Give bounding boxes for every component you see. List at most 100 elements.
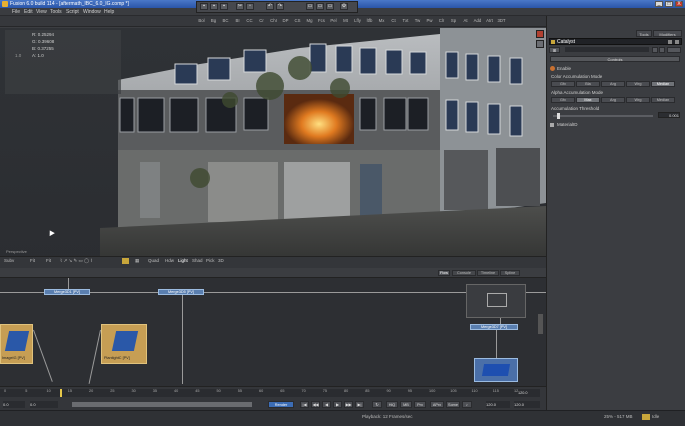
tool-button-bol[interactable]: Bol: [196, 18, 207, 24]
global-start-field[interactable]: 0.0: [3, 401, 25, 408]
alpha-mode-max[interactable]: Max: [576, 97, 600, 103]
collapse-icon[interactable]: [675, 40, 679, 44]
tab-controls[interactable]: Controls: [550, 56, 680, 62]
viewer-hdw-button[interactable]: Hdw: [165, 258, 174, 263]
tool-button-txt[interactable]: Txt: [400, 18, 411, 24]
menu-view[interactable]: View: [36, 9, 47, 15]
menu-window[interactable]: Window: [83, 9, 101, 15]
material-expand-icon[interactable]: [550, 123, 554, 127]
settings-icon[interactable]: ⚙: [340, 3, 348, 10]
navigator-viewport[interactable]: [487, 293, 507, 307]
tool-button-cr[interactable]: Cr: [256, 18, 267, 24]
tile-pic-button[interactable]: ⊞: [549, 47, 560, 53]
tool-button-ltfb[interactable]: ltfb: [364, 18, 375, 24]
viewer-subview-button[interactable]: Subv: [4, 258, 14, 263]
alpha-mode-arg[interactable]: Arg: [601, 97, 625, 103]
prx-toggle[interactable]: Prx: [414, 401, 426, 408]
prev-tool-icon[interactable]: [652, 47, 658, 53]
undo-icon[interactable]: ↶: [266, 3, 274, 10]
tool-button-lfly[interactable]: Lfly: [352, 18, 363, 24]
lock-icon[interactable]: [122, 258, 129, 264]
viewer-fit-button[interactable]: Fit: [30, 258, 35, 263]
alpha-mode-wrg[interactable]: Wrg: [626, 97, 650, 103]
tool-button-cs[interactable]: CS: [292, 18, 303, 24]
tool-button-chi[interactable]: ChI: [268, 18, 279, 24]
layout-quad-icon[interactable]: ▭: [326, 3, 334, 10]
tool-button-bi[interactable]: BI: [232, 18, 243, 24]
viewer-grid-icon[interactable]: ▦: [135, 258, 139, 264]
tool-button-cc[interactable]: CC: [244, 18, 255, 24]
tool-button-mt[interactable]: Mt: [340, 18, 351, 24]
flow-node-thumbnail[interactable]: PlantightC [PV]: [101, 324, 147, 364]
line-tool-icon[interactable]: ⌇ ↗ ↘ ✎ ▭ ◯ ⌇: [60, 258, 93, 264]
tab-modifiers[interactable]: Modifiers: [653, 30, 682, 37]
flow-navigator[interactable]: [466, 284, 526, 318]
enable-checkbox[interactable]: [550, 66, 555, 71]
time-ruler[interactable]: [0, 389, 540, 397]
mb-toggle[interactable]: MB: [400, 401, 412, 408]
render-button[interactable]: Render: [268, 401, 294, 408]
flow-node-render-preview[interactable]: [474, 358, 518, 382]
tool-button-tw[interactable]: Tw: [412, 18, 423, 24]
flow-scrollbar[interactable]: [538, 314, 543, 334]
menu-file[interactable]: File: [12, 9, 20, 15]
alpha-mode-median[interactable]: Median: [651, 97, 675, 103]
color-mode-bla[interactable]: Bla: [576, 81, 600, 87]
color-mode-arg[interactable]: Arg: [601, 81, 625, 87]
tool-button-dp[interactable]: DP: [280, 18, 291, 24]
flow-node-thumbnail[interactable]: ImageIG [PV]: [0, 324, 33, 364]
viewer-pick-button[interactable]: Pick: [206, 258, 215, 263]
pin-icon[interactable]: [668, 40, 672, 44]
menu-edit[interactable]: Edit: [24, 9, 33, 15]
tool-button-bg[interactable]: Bg: [208, 18, 219, 24]
tool-button-pw[interactable]: Pw: [424, 18, 435, 24]
threshold-slider-handle[interactable]: [557, 113, 560, 119]
tool-menu-icon[interactable]: [667, 47, 681, 53]
viewer-options-icon[interactable]: [536, 40, 544, 48]
tool-button-pel[interactable]: Pel: [328, 18, 339, 24]
time-range-slider[interactable]: [72, 402, 252, 407]
tool-button-sp[interactable]: Sp: [448, 18, 459, 24]
tool-button-add[interactable]: Add: [472, 18, 483, 24]
viewer-3d-button[interactable]: 3D: [218, 258, 224, 263]
color-mode-median[interactable]: Median: [651, 81, 675, 87]
flow-node-merge3d1[interactable]: Merge3D1 [PV]: [44, 289, 90, 295]
tool-button-mg[interactable]: Mg: [304, 18, 315, 24]
close-button[interactable]: X: [675, 1, 683, 7]
loop-icon[interactable]: ↻: [372, 401, 382, 408]
new-icon[interactable]: ▪: [200, 3, 208, 10]
tool-button-3dt[interactable]: 3DT: [496, 18, 507, 24]
tool-button-fcs[interactable]: Fcs: [316, 18, 327, 24]
play-reverse-button[interactable]: ◀: [322, 401, 331, 408]
copy-icon[interactable]: ▫: [246, 3, 254, 10]
menu-help[interactable]: Help: [104, 9, 114, 15]
step-forward-button[interactable]: ▶▶: [344, 401, 353, 408]
layout-dual-icon[interactable]: ▭: [316, 3, 324, 10]
tab-tools[interactable]: Tools: [636, 30, 652, 37]
play-button[interactable]: ▶: [333, 401, 342, 408]
tool-button-mx[interactable]: Mx: [376, 18, 387, 24]
tool-button-ct[interactable]: Ct: [388, 18, 399, 24]
tab-console[interactable]: Console: [452, 270, 476, 276]
tool-button-atrt[interactable]: Atrt: [484, 18, 495, 24]
viewer-quad-button[interactable]: Quad: [148, 258, 159, 263]
go-start-button[interactable]: |◀: [300, 401, 309, 408]
cut-icon[interactable]: ✂: [236, 3, 244, 10]
viewer-lut-icon[interactable]: [536, 30, 544, 38]
tab-flow[interactable]: Flow: [438, 270, 450, 276]
flow-editor[interactable]: Merge3D1 [PV] Merge3D5 [PV] Merge3D7 [PV…: [0, 278, 546, 386]
audio-icon[interactable]: ♪: [462, 401, 472, 408]
aprx-toggle[interactable]: APrx: [430, 401, 444, 408]
flow-node-merge3d5[interactable]: Merge3D5 [PV]: [158, 289, 204, 295]
tab-timeline[interactable]: Timeline: [477, 270, 499, 276]
tool-button-clr[interactable]: Clr: [436, 18, 447, 24]
global-end-field[interactable]: 120.0: [514, 401, 540, 408]
next-tool-icon[interactable]: [659, 47, 665, 53]
step-back-button[interactable]: ◀◀: [311, 401, 320, 408]
tool-button-bc[interactable]: BC: [220, 18, 231, 24]
go-end-button[interactable]: ▶|: [355, 401, 364, 408]
minimize-button[interactable]: _: [655, 1, 663, 7]
open-icon[interactable]: ▪: [210, 3, 218, 10]
threshold-value-field[interactable]: 0.001: [658, 112, 680, 118]
threshold-slider-track[interactable]: [553, 115, 653, 117]
